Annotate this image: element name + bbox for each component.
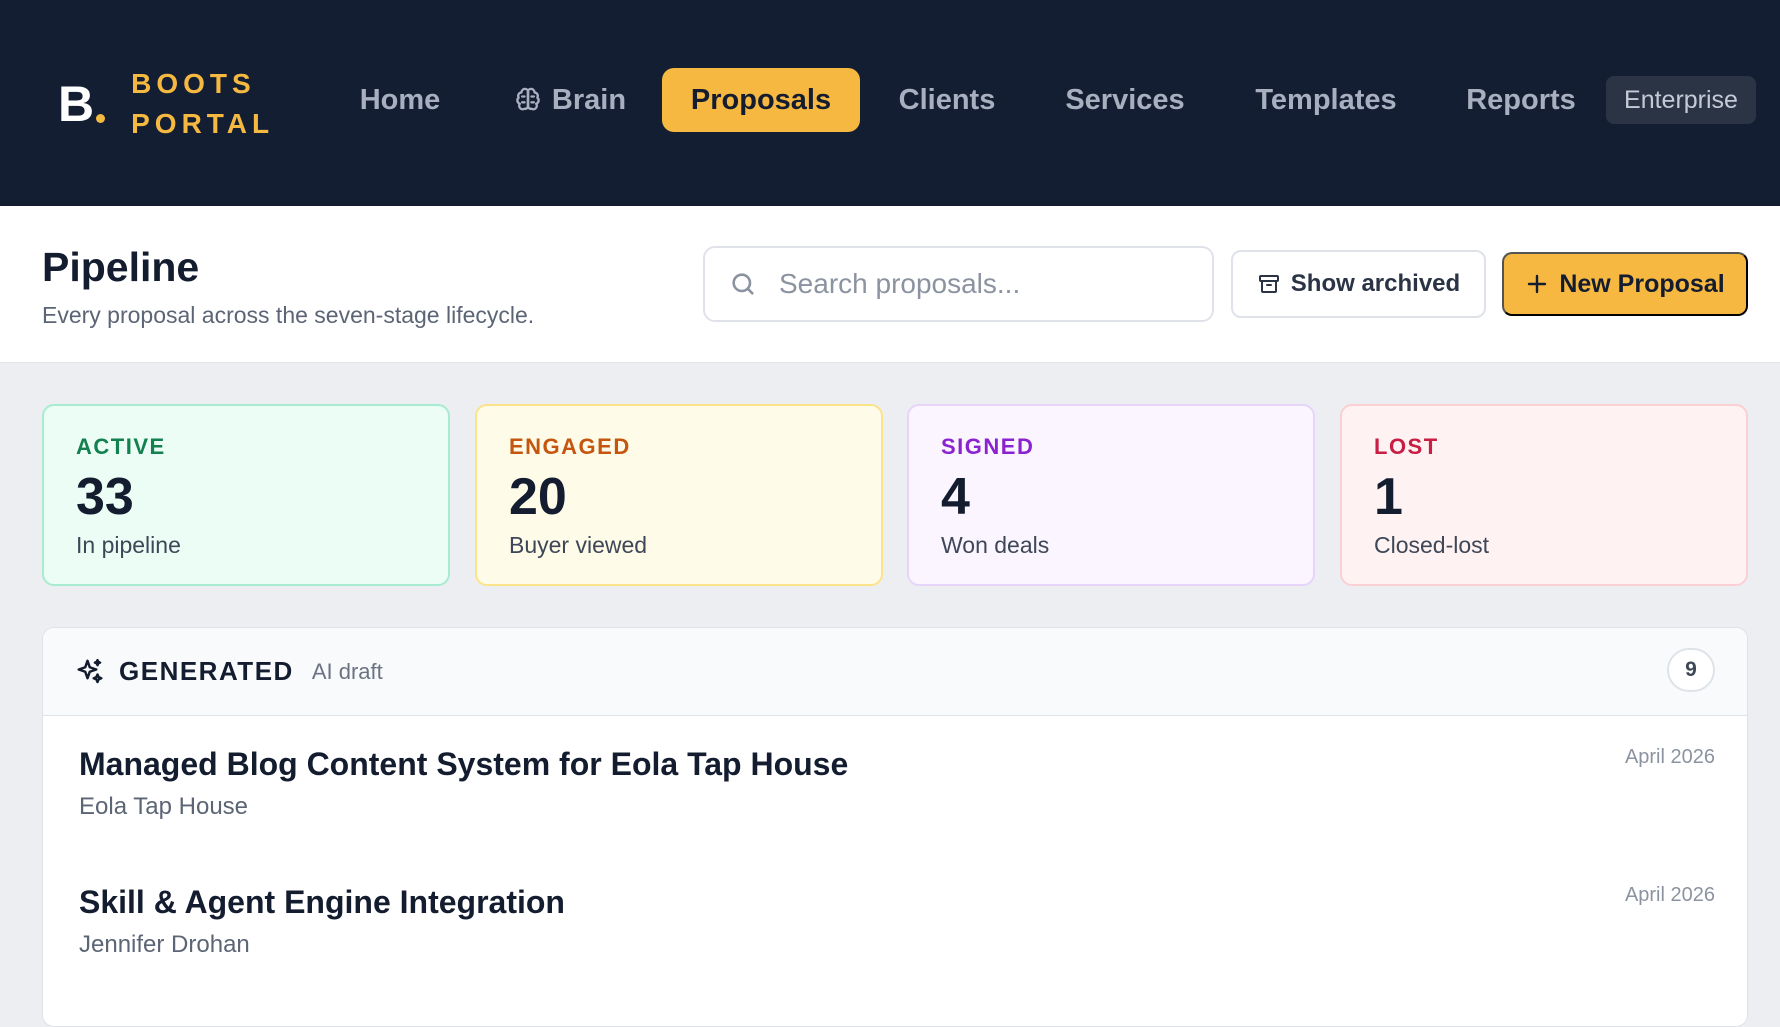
page-header: Pipeline Every proposal across the seven… [0, 206, 1780, 363]
show-archived-button[interactable]: Show archived [1231, 250, 1486, 318]
stage-group-subtitle: AI draft [311, 658, 383, 684]
new-proposal-button[interactable]: New Proposal [1502, 252, 1748, 316]
stage-group-name: GENERATED [119, 656, 294, 686]
search-box[interactable] [703, 246, 1214, 322]
logo-text: BOOTS PORTAL [131, 64, 274, 144]
logo-line-1: BOOTS [131, 68, 256, 99]
search-input[interactable] [779, 268, 1199, 300]
new-proposal-label: New Proposal [1559, 269, 1725, 298]
brain-icon [516, 87, 540, 111]
proposal-title: Skill & Agent Engine Integration [79, 884, 565, 920]
stat-card-lost[interactable]: LOST 1 Closed-lost [1340, 404, 1748, 586]
search-icon [732, 273, 754, 295]
stat-label: SIGNED [941, 434, 1035, 459]
stage-group-header[interactable]: GENERATED AI draft 9 [43, 628, 1747, 716]
proposal-title: Managed Blog Content System for Eola Tap… [79, 746, 849, 782]
stat-label: ENGAGED [509, 434, 631, 459]
stat-value: 4 [941, 468, 970, 526]
stat-label: ACTIVE [76, 434, 166, 459]
nav-item-templates[interactable]: Templates [1248, 68, 1404, 132]
sparkles-icon [77, 658, 103, 683]
stat-description: Buyer viewed [509, 532, 648, 558]
archive-icon [1258, 275, 1279, 293]
stat-card-engaged[interactable]: ENGAGED 20 Buyer viewed [475, 404, 883, 586]
page-title: Pipeline [42, 244, 200, 290]
nav-item-brain[interactable]: Brain [505, 68, 635, 132]
stat-label: LOST [1374, 434, 1439, 459]
page-subtitle: Every proposal across the seven-stage li… [42, 302, 535, 328]
logo-mark: B [58, 76, 94, 132]
nav-item-reports[interactable]: Reports [1461, 68, 1581, 132]
proposal-client: Jennifer Drohan [79, 931, 250, 958]
brand-logo[interactable]: B BOOTS PORTAL [58, 64, 274, 144]
show-archived-label: Show archived [1290, 270, 1461, 297]
logo-line-2: PORTAL [131, 108, 275, 139]
proposal-row[interactable]: Skill & Agent Engine Integration Jennife… [43, 854, 1747, 992]
nav-item-home[interactable]: Home [345, 68, 455, 132]
plus-icon [1528, 274, 1547, 294]
stat-card-active[interactable]: ACTIVE 33 In pipeline [42, 404, 450, 586]
proposal-client: Eola Tap House [79, 793, 249, 820]
stage-group-count-badge: 9 [1667, 648, 1715, 692]
nav-item-proposals[interactable]: Proposals [662, 68, 860, 132]
stat-value: 1 [1374, 468, 1403, 526]
nav-item-services[interactable]: Services [1058, 68, 1192, 132]
stat-description: Won deals [941, 532, 1050, 558]
stat-value: 20 [509, 468, 567, 526]
plan-badge[interactable]: Enterprise [1606, 76, 1756, 124]
stat-card-signed[interactable]: SIGNED 4 Won deals [907, 404, 1315, 586]
stat-description: Closed-lost [1374, 532, 1490, 558]
logo-dot [96, 113, 106, 123]
stat-value: 33 [76, 468, 134, 526]
proposal-date: April 2026 [1624, 884, 1715, 906]
stage-group-generated: GENERATED AI draft 9 Managed Blog Conten… [42, 627, 1748, 1027]
proposal-row[interactable]: Managed Blog Content System for Eola Tap… [43, 716, 1747, 854]
top-nav-bar: B BOOTS PORTAL Home Brain Proposals Clie… [0, 0, 1780, 206]
nav-item-clients[interactable]: Clients [888, 68, 1006, 132]
stat-description: In pipeline [76, 532, 181, 558]
proposal-date: April 2026 [1624, 746, 1715, 768]
nav-item-brain-label: Brain [551, 83, 627, 116]
